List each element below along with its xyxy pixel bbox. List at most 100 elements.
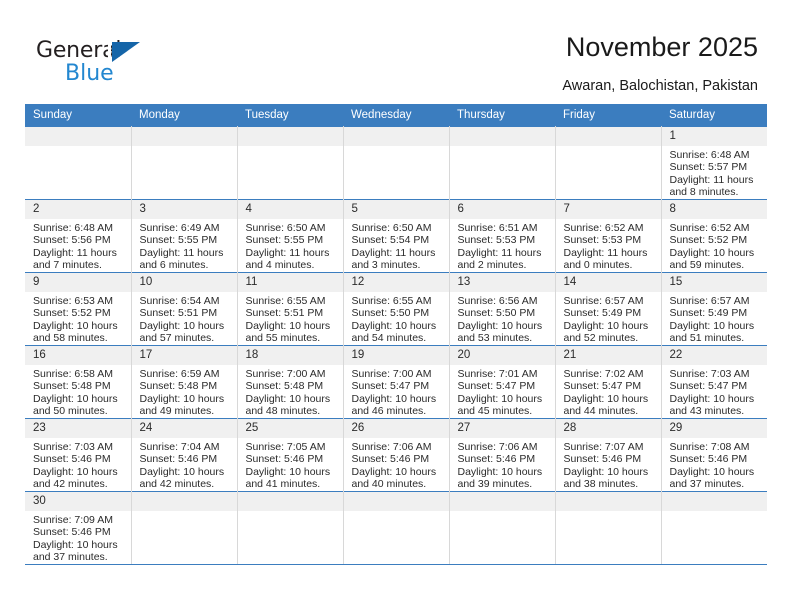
- day-info-line: Daylight: 10 hours: [457, 319, 543, 332]
- day-info-line: Sunrise: 6:48 AM: [669, 149, 750, 161]
- calendar-day-cell[interactable]: 14 Sunrise: 6:57 AM Sunset: 5:49 PM Dayligh…: [555, 272, 662, 346]
- day-info-line: Daylight: 11 hours: [245, 246, 330, 259]
- day-number: 1: [661, 127, 767, 146]
- day-info-line: and 2 minutes.: [457, 259, 527, 272]
- general-blue-logo[interactable]: General Blue: [36, 38, 216, 90]
- calendar-empty-cell: [449, 491, 556, 565]
- day-sun-info: Sunrise: 6:53 AM Sunset: 5:52 PM Daylight:…: [25, 292, 131, 345]
- day-info-line: and 8 minutes.: [669, 186, 739, 199]
- calendar-day-cell[interactable]: 12 Sunrise: 6:55 AM Sunset: 5:50 PM Dayligh…: [343, 272, 450, 346]
- calendar-day-cell[interactable]: 10 Sunrise: 6:54 AM Sunset: 5:51 PM Dayligh…: [131, 272, 238, 346]
- calendar-day-cell[interactable]: 3 Sunrise: 6:49 AM Sunset: 5:55 PM Daylight…: [131, 199, 238, 273]
- day-number: 27: [449, 419, 555, 438]
- day-number: [237, 127, 343, 146]
- calendar-empty-cell: [661, 491, 767, 565]
- calendar-day-cell[interactable]: 25 Sunrise: 7:05 AM Sunset: 5:46 PM Dayligh…: [237, 418, 344, 492]
- day-info-line: Daylight: 10 hours: [33, 392, 118, 405]
- calendar-day-cell[interactable]: 24 Sunrise: 7:04 AM Sunset: 5:46 PM Dayligh…: [131, 418, 238, 492]
- calendar-empty-cell: [131, 126, 238, 200]
- day-info-line: Daylight: 11 hours: [139, 246, 224, 259]
- day-info-line: Sunrise: 6:57 AM: [563, 295, 644, 307]
- day-info-line: Sunset: 5:46 PM: [139, 453, 218, 466]
- day-sun-info: Sunrise: 6:48 AM Sunset: 5:56 PM Daylight:…: [25, 219, 131, 272]
- day-info-line: and 0 minutes.: [563, 259, 633, 272]
- day-info-line: and 7 minutes.: [33, 259, 102, 272]
- day-info-line: Sunrise: 7:01 AM: [457, 368, 538, 380]
- calendar-day-cell[interactable]: 19 Sunrise: 7:00 AM Sunset: 5:47 PM Dayligh…: [343, 345, 450, 419]
- day-info-line: Daylight: 10 hours: [669, 246, 755, 259]
- day-info-line: Sunrise: 7:02 AM: [563, 368, 644, 380]
- day-info-line: Sunset: 5:46 PM: [33, 526, 111, 539]
- day-sun-info: Sunrise: 7:02 AM Sunset: 5:47 PM Daylight:…: [556, 365, 661, 418]
- day-info-line: Sunrise: 7:06 AM: [351, 441, 432, 453]
- day-info-line: Sunset: 5:48 PM: [33, 380, 111, 393]
- day-number: 26: [343, 419, 449, 438]
- day-info-line: Sunset: 5:50 PM: [351, 307, 430, 320]
- day-info-line: Sunset: 5:51 PM: [245, 307, 324, 320]
- calendar-day-cell[interactable]: 7 Sunrise: 6:52 AM Sunset: 5:53 PM Daylight…: [555, 199, 662, 273]
- calendar-day-cell[interactable]: 16 Sunrise: 6:58 AM Sunset: 5:48 PM Dayligh…: [25, 345, 132, 419]
- calendar-day-cell[interactable]: 2 Sunrise: 6:48 AM Sunset: 5:56 PM Daylight…: [25, 199, 132, 273]
- day-sun-info: Sunrise: 6:59 AM Sunset: 5:48 PM Daylight:…: [132, 365, 237, 418]
- day-number: 3: [131, 200, 237, 219]
- day-info-line: Sunrise: 7:09 AM: [33, 514, 113, 526]
- day-number: 24: [131, 419, 237, 438]
- calendar-day-cell[interactable]: 20 Sunrise: 7:01 AM Sunset: 5:47 PM Dayligh…: [449, 345, 556, 419]
- calendar-day-cell[interactable]: 13 Sunrise: 6:56 AM Sunset: 5:50 PM Dayligh…: [449, 272, 556, 346]
- day-info-line: Daylight: 10 hours: [669, 392, 755, 405]
- day-sun-info: Sunrise: 6:50 AM Sunset: 5:55 PM Daylight:…: [238, 219, 343, 272]
- calendar-day-cell[interactable]: 8 Sunrise: 6:52 AM Sunset: 5:52 PM Daylight…: [661, 199, 767, 273]
- day-number: 9: [25, 273, 131, 292]
- calendar-day-cell[interactable]: 30 Sunrise: 7:09 AM Sunset: 5:46 PM Dayligh…: [25, 491, 132, 565]
- calendar-day-cell[interactable]: 29 Sunrise: 7:08 AM Sunset: 5:46 PM Dayligh…: [661, 418, 767, 492]
- day-info-line: Sunset: 5:47 PM: [563, 380, 642, 393]
- day-sun-info: Sunrise: 6:58 AM Sunset: 5:48 PM Daylight:…: [25, 365, 131, 418]
- day-info-line: Sunset: 5:52 PM: [669, 234, 748, 247]
- calendar-day-cell[interactable]: 21 Sunrise: 7:02 AM Sunset: 5:47 PM Dayligh…: [555, 345, 662, 419]
- calendar-day-cell[interactable]: 1 Sunrise: 6:48 AM Sunset: 5:57 PM Daylight…: [661, 126, 767, 200]
- day-info-line: Sunrise: 6:52 AM: [563, 222, 644, 234]
- weekday-header: Sunday Monday Tuesday Wednesday Thursday Frid…: [25, 104, 767, 127]
- day-info-line: and 58 minutes.: [33, 332, 108, 345]
- calendar-day-cell[interactable]: 28 Sunrise: 7:07 AM Sunset: 5:46 PM Dayligh…: [555, 418, 662, 492]
- calendar-day-cell[interactable]: 11 Sunrise: 6:55 AM Sunset: 5:51 PM Dayligh…: [237, 272, 344, 346]
- calendar-day-cell[interactable]: 4 Sunrise: 6:50 AM Sunset: 5:55 PM Daylight…: [237, 199, 344, 273]
- day-sun-info: Sunrise: 7:00 AM Sunset: 5:48 PM Daylight:…: [238, 365, 343, 418]
- calendar-empty-cell: [237, 126, 344, 200]
- calendar-day-cell[interactable]: 27 Sunrise: 7:06 AM Sunset: 5:46 PM Dayligh…: [449, 418, 556, 492]
- day-sun-info: Sunrise: 7:01 AM Sunset: 5:47 PM Daylight:…: [450, 365, 555, 418]
- day-info-line: Daylight: 10 hours: [563, 319, 649, 332]
- day-info-line: and 54 minutes.: [351, 332, 427, 345]
- day-info-line: and 37 minutes.: [33, 551, 108, 564]
- logo-text-blue: Blue: [65, 61, 114, 86]
- day-number: [555, 127, 661, 146]
- calendar-empty-cell: [555, 126, 662, 200]
- calendar-day-cell[interactable]: 15 Sunrise: 6:57 AM Sunset: 5:49 PM Dayligh…: [661, 272, 767, 346]
- day-info-line: and 40 minutes.: [351, 478, 427, 491]
- day-number: 23: [25, 419, 131, 438]
- weekday-header-friday: Friday: [555, 104, 661, 127]
- calendar-day-cell[interactable]: 18 Sunrise: 7:00 AM Sunset: 5:48 PM Dayligh…: [237, 345, 344, 419]
- calendar-day-cell[interactable]: 6 Sunrise: 6:51 AM Sunset: 5:53 PM Daylight…: [449, 199, 556, 273]
- day-info-line: Sunset: 5:56 PM: [33, 234, 111, 247]
- calendar-header-row: Sunday Monday Tuesday Wednesday Thursday Frid…: [25, 104, 767, 127]
- calendar-day-cell[interactable]: 9 Sunrise: 6:53 AM Sunset: 5:52 PM Daylight…: [25, 272, 132, 346]
- day-info-line: and 44 minutes.: [563, 405, 639, 418]
- day-info-line: Sunrise: 7:00 AM: [351, 368, 432, 380]
- day-sun-info: Sunrise: 7:09 AM Sunset: 5:46 PM Daylight:…: [25, 511, 131, 564]
- day-info-line: and 42 minutes.: [139, 478, 215, 491]
- day-info-line: Daylight: 10 hours: [563, 465, 649, 478]
- calendar-empty-cell: [555, 491, 662, 565]
- day-info-line: Sunset: 5:46 PM: [33, 453, 111, 466]
- calendar-day-cell[interactable]: 26 Sunrise: 7:06 AM Sunset: 5:46 PM Dayligh…: [343, 418, 450, 492]
- calendar-day-cell[interactable]: 5 Sunrise: 6:50 AM Sunset: 5:54 PM Daylight…: [343, 199, 450, 273]
- calendar-week-row: 2 Sunrise: 6:48 AM Sunset: 5:56 PM Daylight…: [25, 199, 767, 273]
- day-number: 20: [449, 346, 555, 365]
- calendar-day-cell[interactable]: 22 Sunrise: 7:03 AM Sunset: 5:47 PM Dayligh…: [661, 345, 767, 419]
- calendar-day-cell[interactable]: 17 Sunrise: 6:59 AM Sunset: 5:48 PM Dayligh…: [131, 345, 238, 419]
- day-info-line: and 42 minutes.: [33, 478, 108, 491]
- day-info-line: Daylight: 10 hours: [457, 465, 543, 478]
- day-info-line: Sunset: 5:47 PM: [457, 380, 536, 393]
- day-info-line: Daylight: 10 hours: [139, 392, 225, 405]
- calendar-day-cell[interactable]: 23 Sunrise: 7:03 AM Sunset: 5:46 PM Dayligh…: [25, 418, 132, 492]
